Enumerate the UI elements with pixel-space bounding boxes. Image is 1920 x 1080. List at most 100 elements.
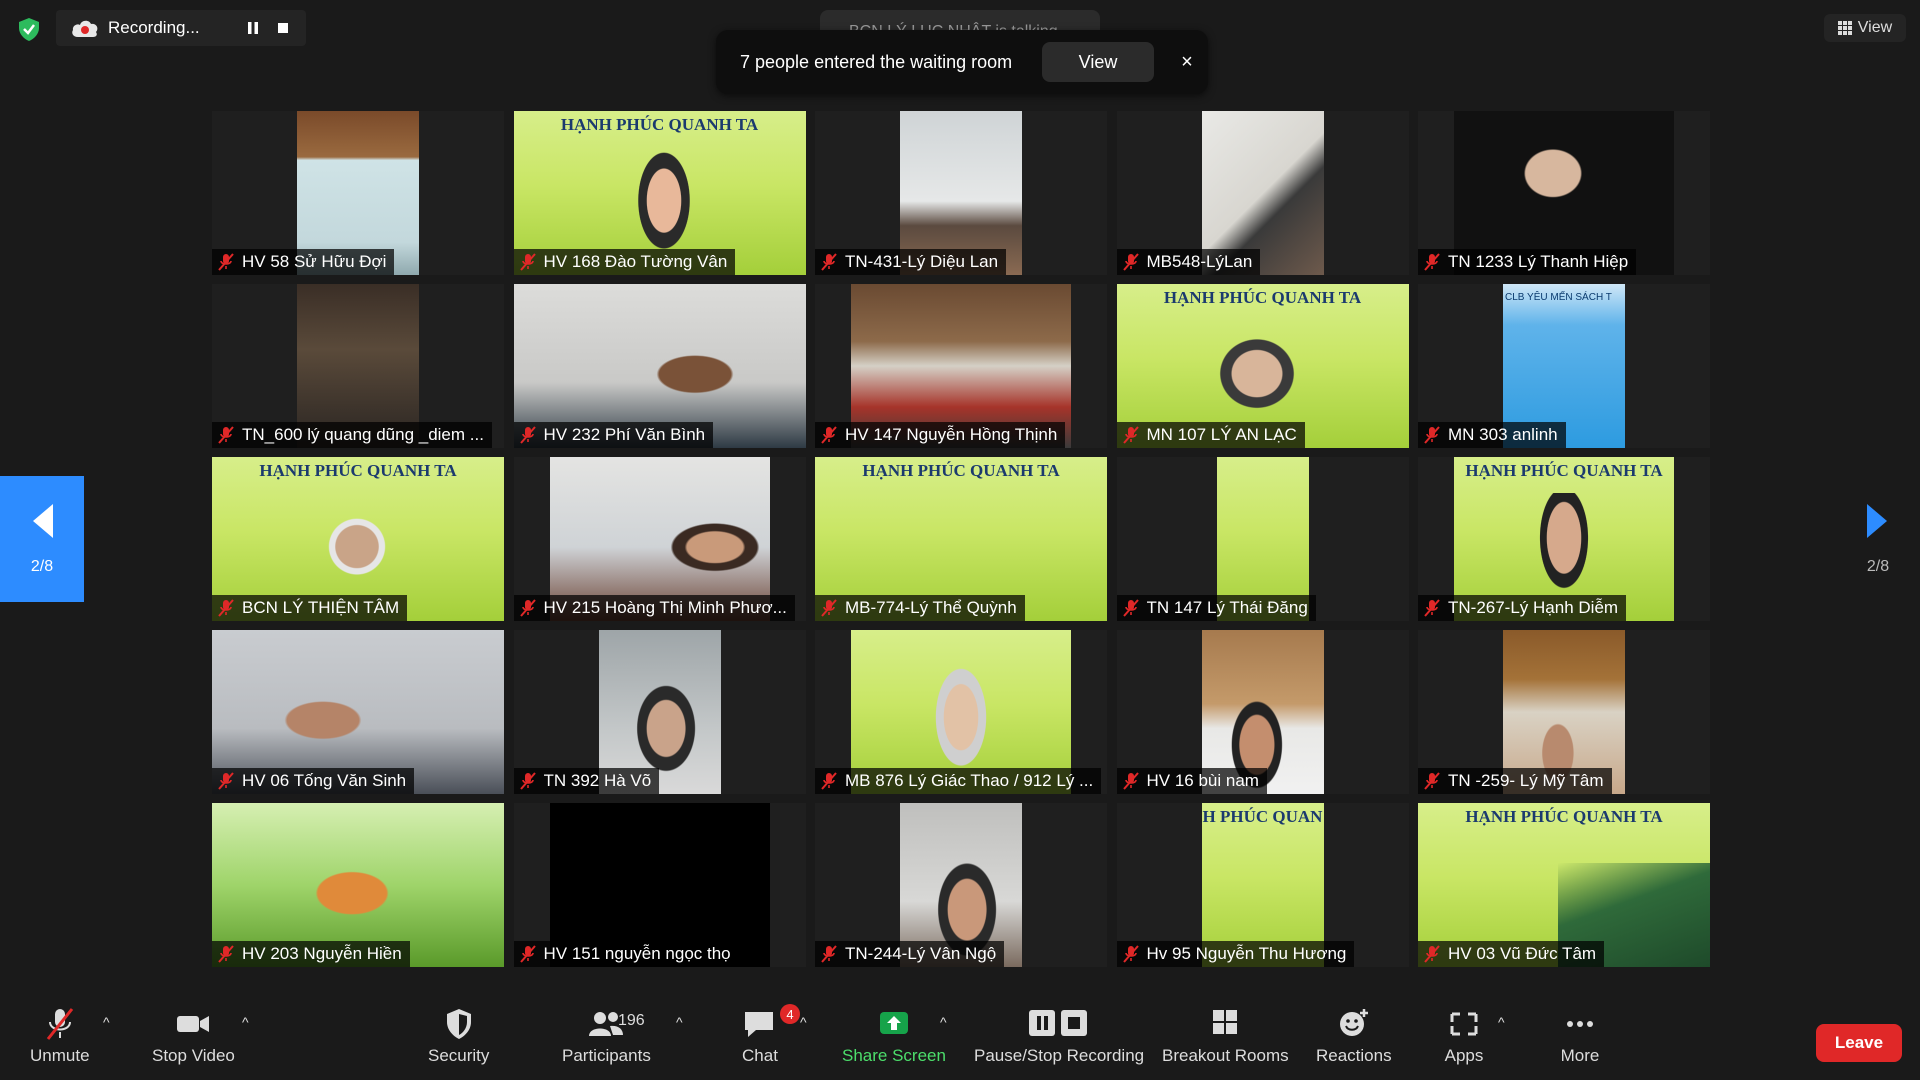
- participant-tile[interactable]: HẠNH PHÚC QUANH TA HV 168 Đào Tường Vân: [513, 111, 806, 275]
- participant-name: MB 876 Lý Giác Thao / 912 Lý ...: [845, 771, 1094, 790]
- unmute-button[interactable]: Unmute: [30, 1006, 90, 1066]
- security-shield-icon[interactable]: [16, 16, 42, 42]
- banner-title: HẠNH PHÚC QUANH TA: [1465, 461, 1663, 480]
- muted-mic-icon: [519, 426, 536, 444]
- previous-page-button[interactable]: 2/8: [0, 476, 84, 602]
- participant-name: HV 168 Đào Tường Vân: [543, 252, 728, 271]
- chevron-up-icon[interactable]: ^: [676, 1014, 683, 1030]
- participant-tile[interactable]: H PHÚC QUAN Hv 95 Nguyễn Thu Hương: [1116, 803, 1409, 967]
- banner-title: HẠNH PHÚC QUANH TA: [560, 115, 759, 134]
- muted-mic-icon: [821, 253, 837, 271]
- participant-name-label: TN-431-Lý Diệu Lan: [815, 249, 1007, 275]
- banner-title-partial: H PHÚC QUAN: [1202, 807, 1323, 826]
- participant-name: MN 107 LÝ AN LẠC: [1146, 425, 1297, 444]
- breakout-rooms-button[interactable]: Breakout Rooms: [1162, 1006, 1289, 1066]
- pause-stop-recording-button[interactable]: Pause/Stop Recording: [974, 1006, 1144, 1066]
- page-indicator: 2/8: [1866, 558, 1890, 575]
- participant-tile[interactable]: HẠNH PHÚC QUANH TA TN-267-Lý Hạnh Diễm: [1418, 457, 1710, 621]
- muted-mic-icon: [821, 426, 837, 444]
- next-page-button[interactable]: 2/8: [1836, 476, 1920, 602]
- participant-tile[interactable]: TN 147 Lý Thái Đăng: [1116, 457, 1409, 621]
- stop-video-button[interactable]: Stop Video: [152, 1006, 235, 1066]
- participants-count: 196: [618, 1012, 645, 1029]
- close-icon[interactable]: ×: [1172, 47, 1202, 77]
- chevron-up-icon[interactable]: ^: [800, 1014, 807, 1030]
- participant-tile[interactable]: HV 147 Nguyễn Hồng Thịnh: [815, 284, 1107, 448]
- participant-tile[interactable]: CLB YÊU MẾN SÁCH T MN 303 anlinh: [1418, 284, 1710, 448]
- participant-tile[interactable]: TN_600 lý quang dũng _diem ...: [212, 284, 504, 448]
- participant-tile[interactable]: TN 392 Hà Võ: [513, 630, 806, 794]
- participant-name-label: TN -259- Lý Mỹ Tâm: [1418, 768, 1612, 794]
- participant-name-label: TN 1233 Lý Thanh Hiệp: [1418, 249, 1637, 275]
- participant-name: TN_600 lý quang dũng _diem ...: [242, 425, 484, 444]
- security-button[interactable]: Security: [428, 1006, 489, 1066]
- participant-name: HV 147 Nguyễn Hồng Thịnh: [845, 425, 1058, 444]
- participant-name: BCN LÝ THIỆN TÂM: [242, 598, 400, 617]
- muted-mic-icon: [218, 599, 234, 617]
- participant-name-label: MN 303 anlinh: [1418, 422, 1566, 448]
- muted-mic-icon: [1122, 253, 1139, 271]
- participant-name: Hv 95 Nguyễn Thu Hương: [1146, 944, 1347, 963]
- breakout-rooms-icon: [1213, 1010, 1238, 1034]
- participant-tile[interactable]: HẠNH PHÚC QUANH TA BCN LÝ THIỆN TÂM: [212, 457, 504, 621]
- grid-icon: [1837, 21, 1852, 35]
- muted-mic-icon: [1424, 945, 1440, 963]
- muted-mic-icon: [1122, 772, 1139, 790]
- participant-tile[interactable]: TN -259- Lý Mỹ Tâm: [1418, 630, 1710, 794]
- participant-name: TN 147 Lý Thái Đăng: [1146, 598, 1308, 617]
- participants-button[interactable]: Participants 196: [562, 1006, 651, 1066]
- participant-name-label: MB-774-Lý Thể Quỳnh: [815, 595, 1025, 621]
- chevron-up-icon[interactable]: ^: [103, 1014, 110, 1030]
- chevron-up-icon[interactable]: ^: [940, 1014, 947, 1030]
- participant-name: TN-267-Lý Hạnh Diễm: [1448, 598, 1619, 617]
- chevron-up-icon[interactable]: ^: [1498, 1014, 1505, 1030]
- page-indicator: 2/8: [30, 558, 54, 575]
- muted-mic-icon: [1122, 945, 1139, 963]
- chevron-up-icon[interactable]: ^: [242, 1014, 249, 1030]
- waiting-room-view-button[interactable]: View: [1042, 42, 1154, 82]
- participant-tile[interactable]: HV 215 Hoàng Thị Minh Phươ...: [513, 457, 806, 621]
- muted-mic-icon: [1122, 599, 1139, 617]
- participant-tile[interactable]: TN-244-Lý Vân Ngộ: [815, 803, 1107, 967]
- more-button[interactable]: More: [1560, 1006, 1600, 1066]
- meeting-toolbar: Unmute ^ Stop Video ^ Security Participa…: [0, 996, 1920, 1080]
- muted-mic-icon: [1122, 426, 1139, 444]
- participant-tile[interactable]: HV 16 bùi nam: [1116, 630, 1409, 794]
- participant-tile[interactable]: HV 203 Nguyễn Hiền: [212, 803, 504, 967]
- chat-button[interactable]: Chat 4: [740, 1004, 800, 1066]
- muted-mic-icon: [821, 945, 837, 963]
- participant-tile[interactable]: TN 1233 Lý Thanh Hiệp: [1418, 111, 1710, 275]
- participant-tile[interactable]: HV 232 Phí Văn Bình: [513, 284, 806, 448]
- participant-name-label: HV 232 Phí Văn Bình: [513, 422, 714, 448]
- arrow-right-icon: [1867, 504, 1887, 538]
- waiting-room-message: 7 people entered the waiting room: [740, 51, 1013, 72]
- pause-recording-button[interactable]: [238, 13, 268, 43]
- participant-tile[interactable]: MB548-LýLan: [1116, 111, 1409, 275]
- leave-button[interactable]: Leave: [1816, 1024, 1902, 1062]
- apps-button[interactable]: Apps: [1444, 1006, 1484, 1066]
- participant-name-label: HV 147 Nguyễn Hồng Thịnh: [815, 422, 1066, 448]
- participant-name-label: TN-267-Lý Hạnh Diễm: [1418, 595, 1627, 621]
- participant-tile[interactable]: TN-431-Lý Diệu Lan: [815, 111, 1107, 275]
- muted-mic-icon: [1424, 772, 1440, 790]
- participant-tile[interactable]: HV 151 nguyễn ngọc thọ: [513, 803, 806, 967]
- participant-name: TN-244-Lý Vân Ngộ: [845, 944, 997, 963]
- share-screen-button[interactable]: Share Screen: [842, 1006, 946, 1066]
- participant-tile[interactable]: HẠNH PHÚC QUANH TA MB-774-Lý Thể Quỳnh: [815, 457, 1107, 621]
- participant-name: HV 06 Tống Văn Sinh: [242, 771, 407, 790]
- banner-title: HẠNH PHÚC QUANH TA: [1465, 807, 1663, 826]
- reactions-button[interactable]: Reactions: [1316, 1006, 1392, 1066]
- participant-name: TN 1233 Lý Thanh Hiệp: [1448, 252, 1629, 271]
- participant-name: HV 232 Phí Văn Bình: [543, 425, 706, 444]
- participant-tile[interactable]: MB 876 Lý Giác Thao / 912 Lý ...: [815, 630, 1107, 794]
- view-menu-button[interactable]: View: [1824, 14, 1906, 42]
- participant-tile[interactable]: HV 58 Sử Hữu Đợi: [212, 111, 504, 275]
- participant-name: MN 303 anlinh: [1448, 425, 1558, 444]
- participant-tile[interactable]: HV 06 Tống Văn Sinh: [212, 630, 504, 794]
- participant-tile[interactable]: HẠNH PHÚC QUANH TA MN 107 LÝ AN LẠC: [1116, 284, 1409, 448]
- participant-name-label: HV 203 Nguyễn Hiền: [212, 941, 410, 967]
- muted-mic-icon: [821, 599, 837, 617]
- stop-recording-button[interactable]: [268, 13, 298, 43]
- participant-tile[interactable]: HẠNH PHÚC QUANH TA HV 03 Vũ Đức Tâm: [1418, 803, 1710, 967]
- participant-name-label: TN 392 Hà Võ: [513, 768, 660, 794]
